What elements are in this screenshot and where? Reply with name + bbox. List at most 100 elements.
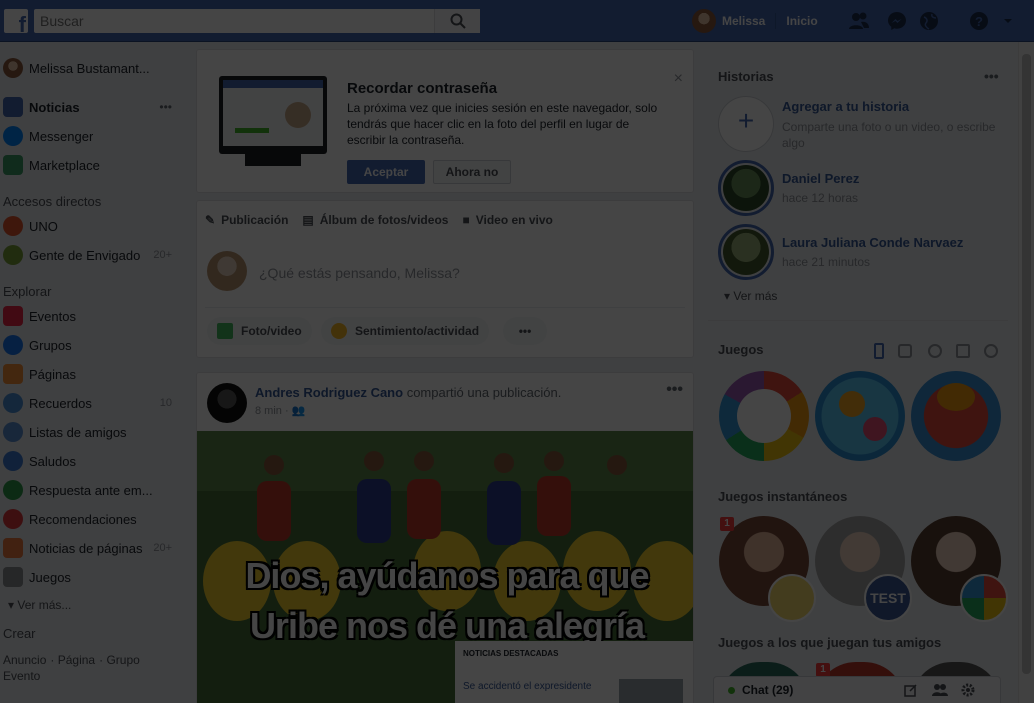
illustration-screen [223,80,323,146]
svg-text:?: ? [975,14,983,29]
new-group-icon[interactable] [932,683,948,697]
sidebar-item-gente-de-envigado[interactable]: Gente de Envigado 20+ [0,243,180,267]
not-now-button[interactable]: Ahora no [433,160,511,184]
create-ad-link[interactable]: Anuncio [3,653,46,667]
sidebar-item-label: Gente de Envigado [29,247,141,263]
shortcuts-heading: Accesos directos [3,194,102,209]
photo-video-button[interactable]: Foto/video [207,317,312,345]
story-image [723,229,769,275]
create-page-link[interactable]: Página [58,653,95,667]
chat-bar[interactable]: Chat (29) [713,676,1001,703]
search-button[interactable] [434,9,480,33]
accept-button[interactable]: Aceptar [347,160,425,184]
stories-options-icon[interactable]: ••• [984,68,999,84]
more-options-button[interactable]: ••• [503,317,547,345]
sidebar-item-uno[interactable]: UNO [0,214,180,238]
chat-bubble-icon[interactable] [956,344,970,358]
crisis-response-icon [3,480,23,500]
dropdown-arrow-icon[interactable] [1002,10,1014,32]
meme-caption-line-1: Dios, ayúdanos para que [245,555,649,596]
scrollbar-thumb[interactable] [1022,54,1031,674]
notifications-globe-icon[interactable] [918,10,940,32]
sidebar-item-games[interactable]: Juegos [0,565,180,589]
more-options-icon[interactable]: ••• [159,100,172,114]
trivia-crack-game[interactable] [719,371,809,461]
composer-input[interactable]: ¿Qué estás pensando, Melissa? [259,265,460,281]
gaming-icon[interactable] [984,344,998,358]
illustration-button [235,128,269,133]
sidebar-item-memories[interactable]: Recuerdos 10 [0,391,180,415]
create-event-link[interactable]: Evento [3,669,40,683]
author-name[interactable]: Andres Rodriguez Cano [255,385,403,400]
tab-post[interactable]: ✎ Publicación [205,213,288,227]
fruit-match-game[interactable] [815,371,905,461]
home-link[interactable]: Inicio [786,14,817,28]
add-story-subtitle: Comparte una foto o un video, o escribe … [782,120,996,150]
sidebar-item-label: Páginas [29,366,76,382]
profile-link[interactable]: Melissa Inicio [692,9,818,33]
see-more-link[interactable]: ▾ Ver más... [8,598,71,612]
divider [205,307,685,308]
post-meta: 8 min · 👥 [255,405,306,417]
sidebar-item-pages[interactable]: Páginas [0,362,180,386]
sidebar-item-messenger[interactable]: Messenger [0,124,180,148]
feeling-activity-button[interactable]: Sentimiento/actividad [321,317,490,345]
sidebar-item-events[interactable]: Eventos [0,304,180,328]
add-story-title[interactable]: Agregar a tu historia [782,99,909,114]
see-more-label: Ver más... [17,598,72,612]
close-icon[interactable]: × [674,70,683,88]
divider [708,320,1008,321]
explore-heading: Explorar [3,284,52,299]
sidebar-item-label: Noticias de páginas [29,540,143,556]
search-input[interactable] [34,9,434,33]
tab-label: Publicación [221,213,289,227]
candy-crush-game[interactable] [911,371,1001,461]
avatar [207,251,247,291]
sidebar-item-pages-feed[interactable]: Noticias de páginas 20+ [0,536,180,560]
plus-icon: + [737,105,755,136]
monitor-stand [245,154,301,166]
story-author[interactable]: Daniel Perez [782,171,859,186]
post-options-icon[interactable]: ••• [666,381,683,399]
sidebar-item-label: Eventos [29,308,76,324]
avatar[interactable] [207,383,247,423]
facebook-logo[interactable]: f [4,9,28,33]
sidebar-item-recommendations[interactable]: Recomendaciones [0,507,180,531]
card-title: Recordar contraseña [347,80,498,97]
profile-name: Melissa [722,14,766,28]
tab-live-video[interactable]: ■ Video en vivo [462,213,552,227]
story-thumbnail[interactable] [718,224,774,280]
friends-icon[interactable] [928,344,942,358]
sidebar-item-news-feed[interactable]: Noticias ••• [0,95,180,119]
post-time[interactable]: 8 min [255,405,282,417]
news-heading: NOTICIAS DESTACADAS [463,649,559,658]
messenger-icon[interactable] [886,10,908,32]
help-icon[interactable]: ? [968,10,990,32]
gear-icon[interactable] [960,682,976,698]
tab-photo-album[interactable]: ▤ Álbum de fotos/videos [302,213,448,227]
story-thumbnail[interactable] [718,160,774,216]
sidebar-item-groups[interactable]: Grupos [0,333,180,357]
sidebar-item-pokes[interactable]: Saludos [0,449,180,473]
post-image[interactable]: Dios, ayúdanos para que Uribe nos dé una… [197,431,693,703]
see-more-stories-link[interactable]: ▾ Ver más [724,289,777,303]
compose-icon[interactable] [904,683,918,697]
mobile-games-icon[interactable] [874,343,884,359]
instant-games-title: Juegos instantáneos [718,489,848,504]
marketplace-icon [3,155,23,175]
like-icon[interactable] [898,344,912,358]
page-scrollbar[interactable] [1018,42,1034,703]
create-group-link[interactable]: Grupo [106,653,139,667]
sidebar-item-label: Grupos [29,337,72,353]
sidebar-item-label: UNO [29,218,58,234]
friend-requests-icon[interactable] [848,10,870,32]
chip-label: Foto/video [241,324,302,338]
sidebar-item-crisis-response[interactable]: Respuesta ante em... [0,478,180,502]
sidebar-item-profile[interactable]: Melissa Bustamant... [0,56,180,80]
sidebar-item-marketplace[interactable]: Marketplace [0,153,180,177]
poke-hand-icon [3,451,23,471]
story-author[interactable]: Laura Juliana Conde Narvaez [782,235,963,250]
add-story-button[interactable]: + [718,96,774,152]
sidebar-item-friend-lists[interactable]: Listas de amigos [0,420,180,444]
uno-icon [3,216,23,236]
